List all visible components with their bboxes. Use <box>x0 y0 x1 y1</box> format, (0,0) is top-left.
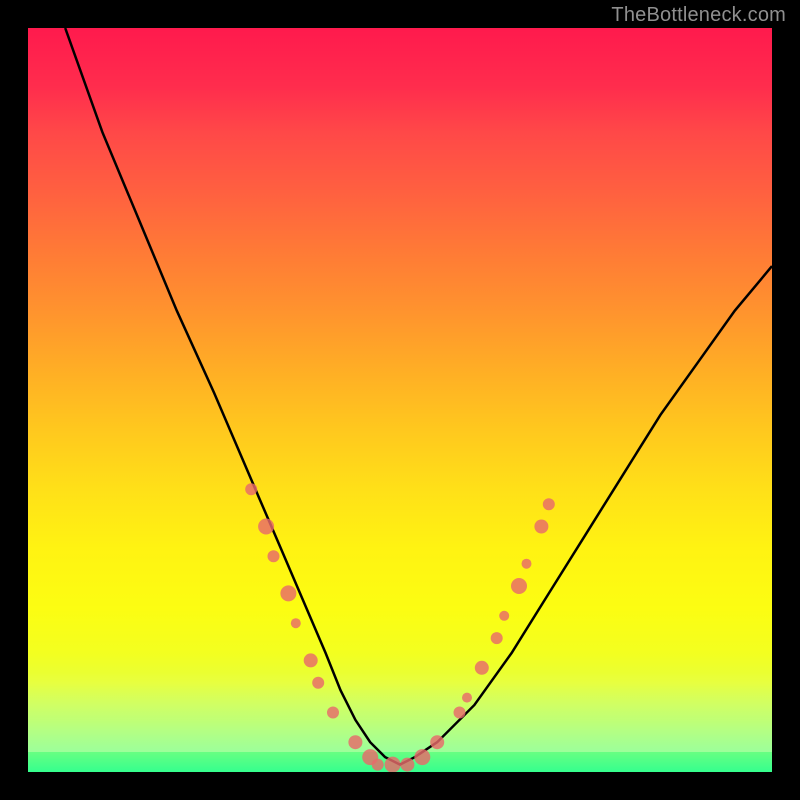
bottleneck-curve <box>65 28 772 765</box>
marker-dot <box>430 735 444 749</box>
marker-dot <box>400 758 414 772</box>
marker-dot <box>327 707 339 719</box>
marker-dot <box>348 735 362 749</box>
marker-dot <box>522 559 532 569</box>
marker-dot <box>245 483 257 495</box>
plot-area <box>28 28 772 772</box>
marker-dot <box>499 611 509 621</box>
marker-dot <box>491 632 503 644</box>
chart-frame: TheBottleneck.com <box>0 0 800 800</box>
marker-dot <box>312 677 324 689</box>
marker-dot <box>385 757 401 772</box>
marker-dot <box>543 498 555 510</box>
chart-svg <box>28 28 772 772</box>
marker-dot <box>462 693 472 703</box>
marker-group <box>245 483 555 772</box>
marker-dot <box>268 550 280 562</box>
marker-dot <box>372 759 384 771</box>
marker-dot <box>534 520 548 534</box>
marker-dot <box>258 519 274 535</box>
watermark-label: TheBottleneck.com <box>611 4 786 27</box>
marker-dot <box>454 707 466 719</box>
marker-dot <box>304 653 318 667</box>
marker-dot <box>291 618 301 628</box>
marker-dot <box>511 578 527 594</box>
marker-dot <box>414 749 430 765</box>
marker-dot <box>475 661 489 675</box>
marker-dot <box>280 585 296 601</box>
